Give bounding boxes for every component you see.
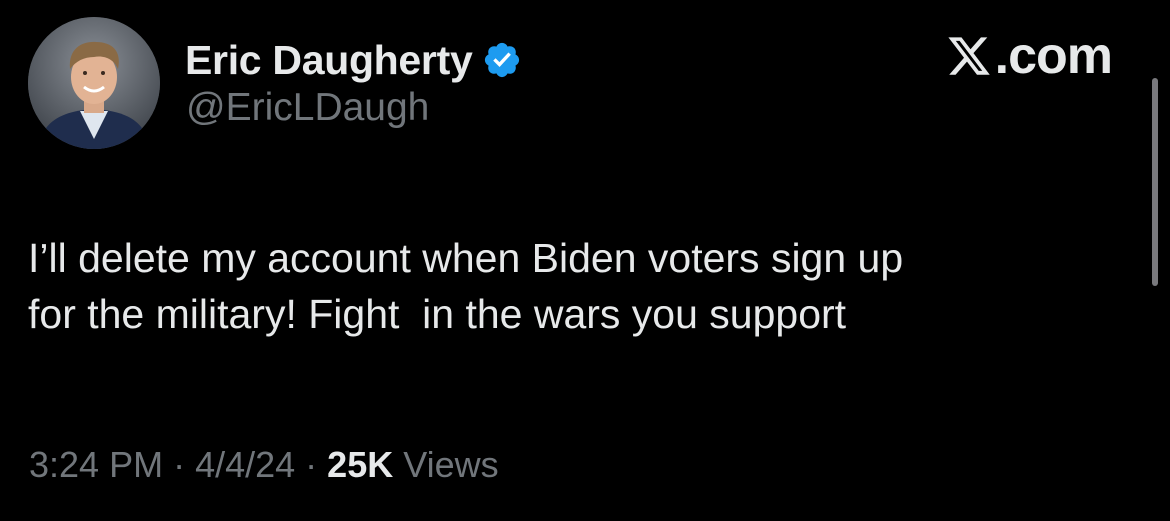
meta-separator: · bbox=[173, 444, 186, 485]
views-label[interactable]: Views bbox=[403, 444, 498, 486]
tweet-date[interactable]: 4/4/24 bbox=[195, 444, 295, 486]
user-handle[interactable]: @EricLDaugh bbox=[186, 86, 429, 130]
author-name-row: Eric Daugherty bbox=[185, 34, 522, 86]
tweet-metadata: 3:24 PM · 4/4/24 · 25K Views bbox=[29, 440, 499, 490]
x-logo-icon bbox=[945, 33, 993, 79]
tweet-text: I’ll delete my account when Biden voters… bbox=[28, 230, 1138, 342]
avatar[interactable] bbox=[28, 17, 160, 149]
tweet-time[interactable]: 3:24 PM bbox=[29, 444, 163, 486]
tweet-text-line: I’ll delete my account when Biden voters… bbox=[28, 235, 904, 281]
scrollbar[interactable] bbox=[1152, 78, 1158, 286]
tweet-text-line: for the military! Fight in the wars you … bbox=[28, 291, 847, 337]
brand-domain-text: .com bbox=[994, 27, 1113, 85]
x-brand-watermark: .com bbox=[945, 26, 1113, 86]
display-name[interactable]: Eric Daugherty bbox=[185, 37, 473, 84]
avatar-photo-icon bbox=[28, 17, 160, 149]
meta-separator: · bbox=[305, 444, 318, 485]
tweet-card: Eric Daugherty @EricLDaugh .com I’ll del… bbox=[0, 0, 1170, 521]
views-count[interactable]: 25K bbox=[327, 444, 393, 486]
verified-badge-icon[interactable] bbox=[482, 40, 522, 80]
